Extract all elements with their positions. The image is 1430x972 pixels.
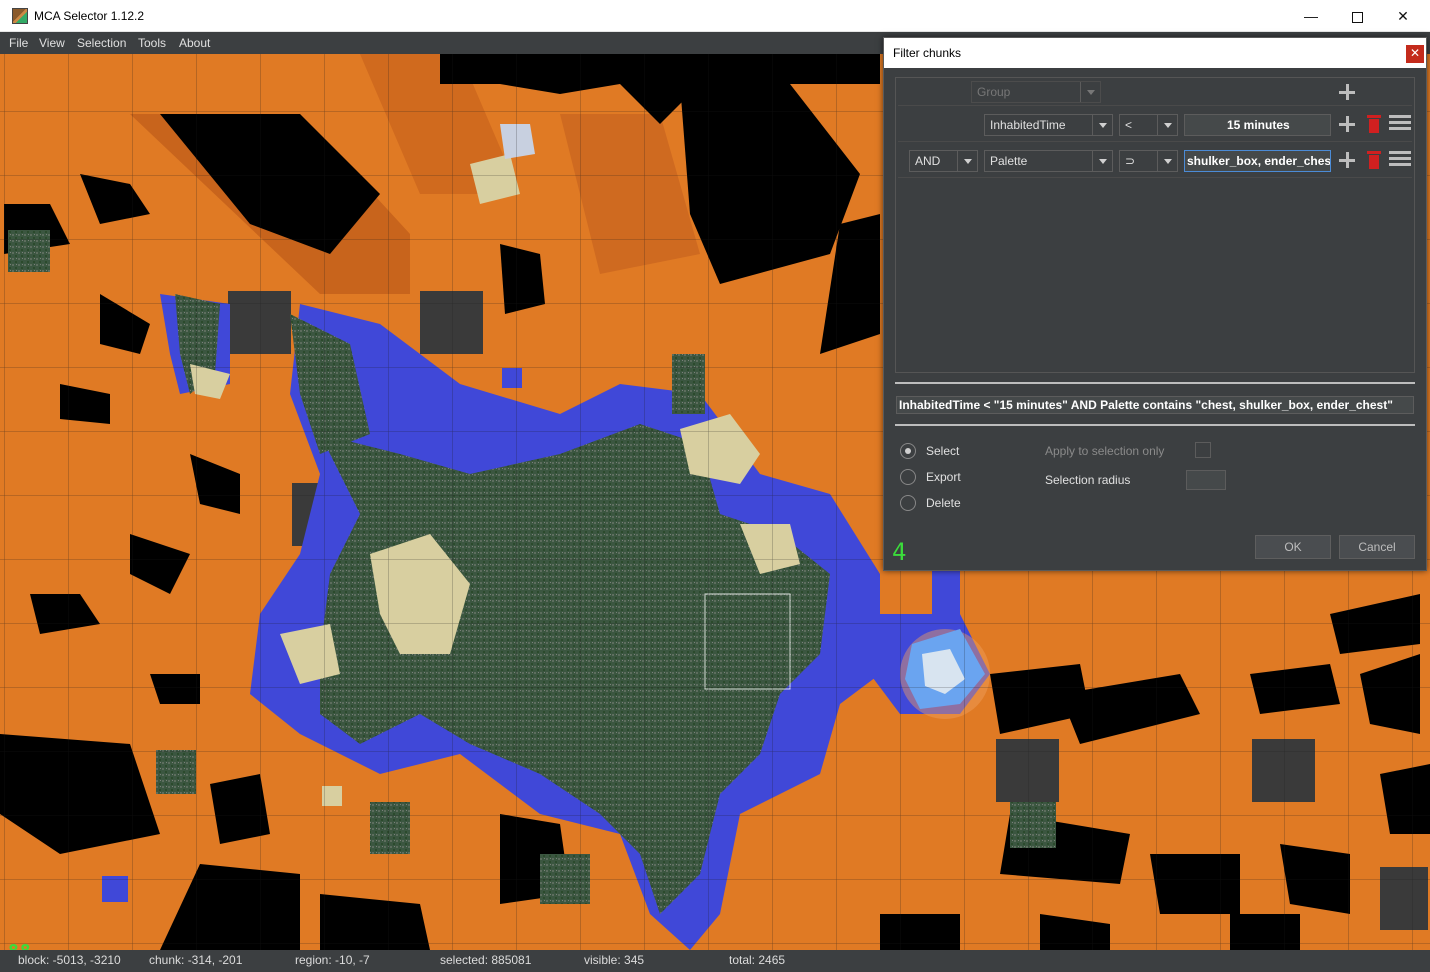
menu-file[interactable]: File bbox=[9, 36, 28, 50]
selection-radius-label: Selection radius bbox=[1045, 473, 1131, 487]
dialog-titlebar: Filter chunks ✕ bbox=[884, 38, 1426, 68]
apply-to-selection-checkbox[interactable] bbox=[1195, 442, 1211, 458]
mode-export-radio[interactable] bbox=[900, 469, 916, 485]
menu-selection[interactable]: Selection bbox=[77, 36, 126, 50]
window-title: MCA Selector 1.12.2 bbox=[34, 9, 145, 23]
apply-to-selection-label: Apply to selection only bbox=[1045, 444, 1165, 458]
dropdown-arrow-icon bbox=[1092, 151, 1112, 171]
filter-type-dropdown[interactable]: Palette bbox=[984, 150, 1113, 172]
mode-delete-label[interactable]: Delete bbox=[926, 496, 961, 510]
filter-list: Group InhabitedTime < 15 minutes AND Pal… bbox=[895, 77, 1415, 373]
mode-export-label[interactable]: Export bbox=[926, 470, 961, 484]
menu-icon[interactable] bbox=[1389, 151, 1411, 169]
ok-button[interactable]: OK bbox=[1255, 535, 1331, 559]
cancel-button[interactable]: Cancel bbox=[1339, 535, 1415, 559]
filter-summary: InhabitedTime < "15 minutes" AND Palette… bbox=[896, 396, 1414, 414]
mode-select-label[interactable]: Select bbox=[926, 444, 959, 458]
dropdown-arrow-icon bbox=[1092, 115, 1112, 135]
mode-delete-radio[interactable] bbox=[900, 495, 916, 511]
dropdown-arrow-icon bbox=[1157, 151, 1177, 171]
minimize-icon[interactable]: — bbox=[1288, 0, 1334, 32]
filter-value-input[interactable]: shulker_box, ender_chest bbox=[1184, 150, 1331, 172]
operator-dropdown[interactable]: AND bbox=[909, 150, 978, 172]
comparator-dropdown[interactable]: ⊃ bbox=[1119, 150, 1178, 172]
filter-row: InhabitedTime < 15 minutes bbox=[898, 108, 1412, 142]
close-icon[interactable]: ✕ bbox=[1406, 45, 1424, 63]
trash-icon[interactable] bbox=[1367, 150, 1381, 170]
status-chunk: chunk: -314, -201 bbox=[149, 953, 243, 967]
filter-type-dropdown[interactable]: InhabitedTime bbox=[984, 114, 1113, 136]
status-region: region: -10, -7 bbox=[295, 953, 370, 967]
dropdown-arrow-icon bbox=[1080, 82, 1100, 102]
divider bbox=[895, 382, 1415, 384]
add-icon[interactable] bbox=[1339, 84, 1357, 102]
trash-icon[interactable] bbox=[1367, 114, 1381, 134]
mode-select-radio[interactable] bbox=[900, 443, 916, 459]
menu-icon[interactable] bbox=[1389, 115, 1411, 133]
status-bar: block: -5013, -3210 chunk: -314, -201 re… bbox=[0, 950, 1430, 972]
status-block: block: -5013, -3210 bbox=[18, 953, 121, 967]
status-selected: selected: 885081 bbox=[440, 953, 532, 967]
filter-group-header: Group bbox=[898, 80, 1412, 106]
filter-row: AND Palette ⊃ shulker_box, ender_chest bbox=[898, 144, 1412, 178]
comparator-dropdown[interactable]: < bbox=[1119, 114, 1178, 136]
selection-radius-input[interactable] bbox=[1186, 470, 1226, 490]
dropdown-arrow-icon bbox=[957, 151, 977, 171]
window-titlebar: MCA Selector 1.12.2 — ✕ bbox=[0, 0, 1430, 32]
divider bbox=[895, 424, 1415, 426]
add-icon[interactable] bbox=[1339, 116, 1357, 134]
group-dropdown: Group bbox=[971, 81, 1101, 103]
menu-about[interactable]: About bbox=[179, 36, 210, 50]
app-icon bbox=[12, 8, 28, 24]
close-icon[interactable]: ✕ bbox=[1380, 0, 1426, 32]
step-indicator: 4 bbox=[892, 538, 907, 566]
maximize-icon[interactable] bbox=[1334, 0, 1380, 32]
menu-tools[interactable]: Tools bbox=[138, 36, 166, 50]
add-icon[interactable] bbox=[1339, 152, 1357, 170]
status-visible: visible: 345 bbox=[584, 953, 645, 967]
filter-value-input[interactable]: 15 minutes bbox=[1184, 114, 1331, 136]
dialog-title: Filter chunks bbox=[893, 46, 962, 60]
status-total: total: 2465 bbox=[729, 953, 786, 967]
dropdown-arrow-icon bbox=[1157, 115, 1177, 135]
filter-chunks-dialog: Filter chunks ✕ Group InhabitedTime < 15… bbox=[883, 37, 1427, 571]
menu-view[interactable]: View bbox=[39, 36, 65, 50]
